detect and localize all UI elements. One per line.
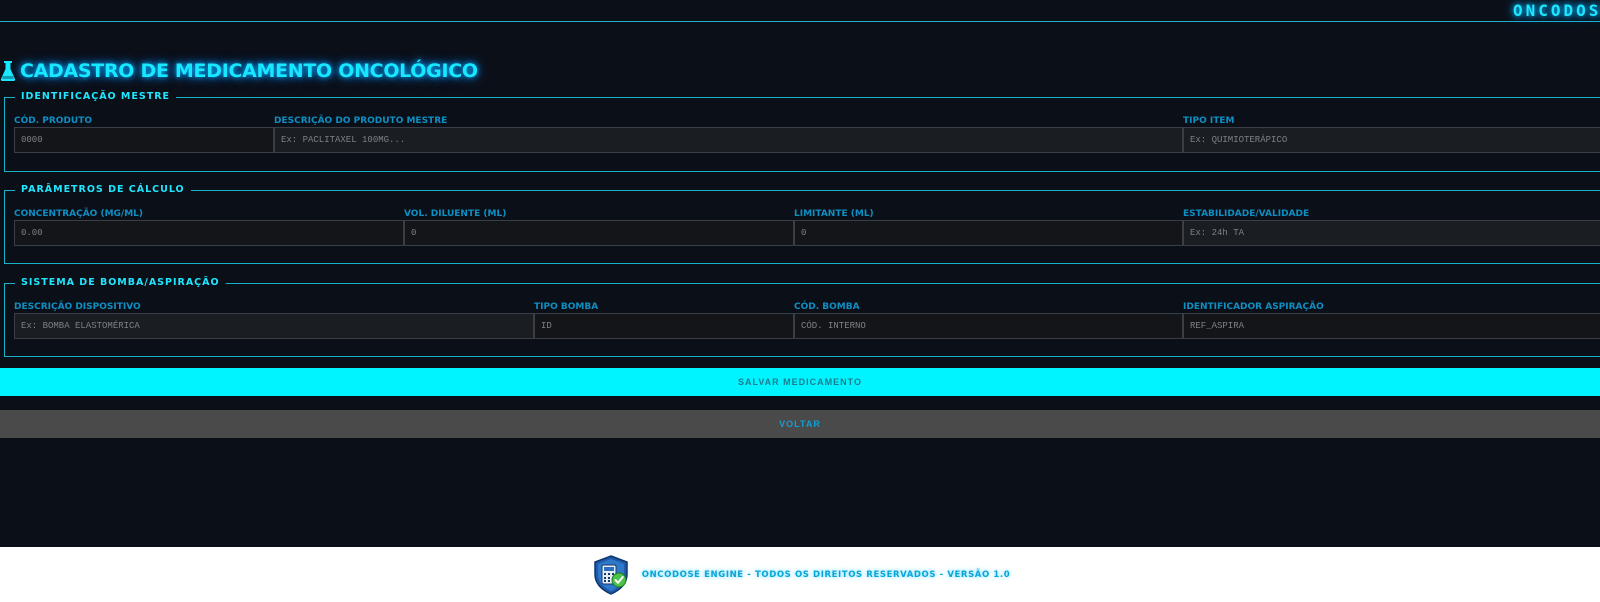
page-title: CADASTRO DE MEDICAMENTO ONCOLÓGICO bbox=[0, 60, 478, 82]
page-title-text: CADASTRO DE MEDICAMENTO ONCOLÓGICO bbox=[20, 60, 478, 82]
cod-bomba-label: CÓD. BOMBA bbox=[794, 302, 860, 312]
descricao-dispositivo-input[interactable]: Ex: BOMBA ELASTOMÉRICA bbox=[14, 313, 534, 339]
group-parametros-calculo: PARÂMETROS DE CÁLCULO CONCENTRAÇÃO (MG/M… bbox=[4, 184, 1600, 264]
limitante-label: LIMITANTE (ML) bbox=[794, 209, 874, 219]
limitante-input[interactable]: 0 bbox=[794, 220, 1183, 246]
descricao-produto-input[interactable]: Ex: PACLITAXEL 100MG... bbox=[274, 127, 1183, 153]
footer: ONCODOSE ENGINE - TODOS OS DIREITOS RESE… bbox=[0, 547, 1600, 602]
cod-produto-label: CÓD. PRODUTO bbox=[14, 116, 93, 126]
cod-produto-input[interactable]: 0000 bbox=[14, 127, 274, 153]
tipo-item-label: TIPO ITEM bbox=[1183, 116, 1235, 126]
estabilidade-label: ESTABILIDADE/VALIDADE bbox=[1183, 209, 1310, 219]
concentracao-label: CONCENTRAÇÃO (MG/ML) bbox=[14, 209, 144, 219]
top-bar: ONCODOSE bbox=[0, 0, 1600, 22]
save-medication-button[interactable]: SALVAR MEDICAMENTO bbox=[0, 368, 1600, 396]
descricao-dispositivo-label: DESCRIÇÃO DISPOSITIVO bbox=[14, 302, 141, 312]
descricao-produto-label: DESCRIÇÃO DO PRODUTO MESTRE bbox=[274, 116, 448, 126]
tipo-item-input[interactable]: Ex: QUIMIOTERÁPICO bbox=[1183, 127, 1600, 153]
brand-logo-text: ONCODOSE bbox=[1512, 1, 1600, 20]
vol-diluente-input[interactable]: 0 bbox=[404, 220, 794, 246]
identificador-aspiracao-input[interactable]: REF_ASPIRA bbox=[1183, 313, 1600, 339]
calculator-shield-check-icon bbox=[594, 554, 628, 595]
tipo-bomba-input[interactable]: ID bbox=[534, 313, 794, 339]
flask-icon bbox=[0, 61, 16, 81]
back-button[interactable]: VOLTAR bbox=[0, 410, 1600, 438]
group-sistema-bomba: SISTEMA DE BOMBA/ASPIRAÇÃO DESCRIÇÃO DIS… bbox=[4, 277, 1600, 357]
identificador-aspiracao-label: IDENTIFICADOR ASPIRAÇÃO bbox=[1183, 302, 1324, 312]
cod-bomba-input[interactable]: CÓD. INTERNO bbox=[794, 313, 1183, 339]
group-legend: IDENTIFICAÇÃO MESTRE bbox=[15, 91, 177, 102]
group-legend: SISTEMA DE BOMBA/ASPIRAÇÃO bbox=[15, 277, 226, 288]
footer-copyright-text: ONCODOSE ENGINE - TODOS OS DIREITOS RESE… bbox=[641, 569, 1011, 580]
group-identificacao-mestre: IDENTIFICAÇÃO MESTRE CÓD. PRODUTO 0000 D… bbox=[4, 91, 1600, 172]
vol-diluente-label: VOL. DILUENTE (ML) bbox=[404, 209, 507, 219]
group-legend: PARÂMETROS DE CÁLCULO bbox=[15, 184, 191, 195]
estabilidade-input[interactable]: Ex: 24h TA bbox=[1183, 220, 1600, 246]
concentracao-input[interactable]: 0.00 bbox=[14, 220, 404, 246]
tipo-bomba-label: TIPO BOMBA bbox=[534, 302, 599, 312]
